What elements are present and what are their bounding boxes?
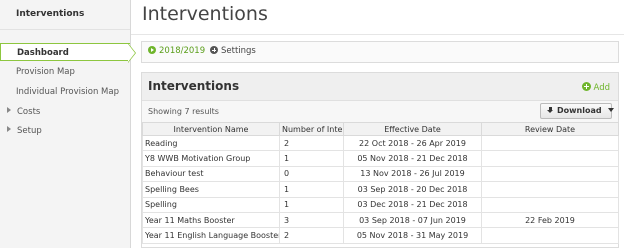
cell-review-date (481, 196, 619, 213)
results-count: Showing 7 results (148, 107, 219, 116)
add-button[interactable]: Add (581, 82, 610, 93)
cell-review-date (481, 134, 619, 152)
caret-down-icon (607, 108, 614, 112)
sidebar-item-label: Dashboard (17, 48, 69, 58)
cell-count: 1 (279, 196, 344, 213)
table-row[interactable]: Spelling 1 03 Dec 2018 - 21 Dec 2018 (142, 196, 619, 213)
interventions-table: Intervention Name Number of Inte... Effe… (142, 122, 619, 244)
cell-review-date (481, 165, 619, 183)
cell-effective-date: 03 Sep 2018 - 07 Jun 2019 (343, 211, 482, 229)
cell-name: Y8 WWB Motivation Group (142, 150, 280, 167)
cell-review-date (481, 181, 619, 198)
column-header-review-date[interactable]: Review Date (481, 122, 619, 136)
cell-count: 3 (279, 211, 344, 229)
cell-effective-date: 22 Oct 2018 - 26 Apr 2019 (343, 134, 482, 152)
cell-effective-date: 03 Sep 2018 - 20 Dec 2018 (343, 181, 482, 198)
page-title: Interventions (142, 3, 268, 25)
sidebar-item-setup[interactable]: Setup (0, 122, 130, 140)
table-row[interactable]: Y8 WWB Motivation Group 1 05 Nov 2018 - … (142, 150, 619, 167)
cell-effective-date: 05 Nov 2018 - 21 Dec 2018 (343, 150, 482, 167)
cell-count: 2 (279, 227, 344, 244)
play-icon (148, 46, 156, 54)
title-divider (131, 34, 624, 35)
cell-name: Reading (142, 134, 280, 152)
column-header-effective-date[interactable]: Effective Date (343, 122, 482, 136)
column-header-count[interactable]: Number of Inte... (279, 122, 344, 136)
plus-circle-icon (210, 46, 218, 54)
table-row[interactable]: Spelling Bees 1 03 Sep 2018 - 20 Dec 201… (142, 181, 619, 198)
column-header-name[interactable]: Intervention Name (142, 122, 280, 136)
cell-count: 0 (279, 165, 344, 183)
download-label: Download (557, 106, 602, 115)
cell-name: Spelling Bees (142, 181, 280, 198)
results-bar: Showing 7 results Download (142, 101, 618, 122)
sidebar-item-label: Individual Provision Map (16, 87, 119, 97)
cell-name: Spelling (142, 196, 280, 213)
cell-count: 1 (279, 150, 344, 167)
cell-count: 2 (279, 134, 344, 152)
table-row[interactable]: Year 11 Maths Booster 3 03 Sep 2018 - 07… (142, 211, 619, 229)
sidebar-item-dashboard[interactable]: Dashboard (0, 43, 130, 61)
cell-review-date (481, 150, 619, 167)
cell-effective-date: 03 Dec 2018 - 21 Dec 2018 (343, 196, 482, 213)
panel-title: Interventions (148, 79, 240, 93)
download-icon (547, 107, 554, 114)
sidebar-item-label: Setup (17, 126, 42, 136)
sidebar-item-individual-provision-map[interactable]: Individual Provision Map (0, 83, 130, 101)
settings-link[interactable]: Settings (210, 46, 256, 56)
add-label: Add (593, 83, 610, 93)
cell-effective-date: 05 Nov 2018 - 31 May 2019 (343, 227, 482, 244)
download-button[interactable]: Download (540, 103, 614, 119)
sidebar-item-provision-map[interactable]: Provision Map (0, 63, 130, 81)
caret-right-icon (7, 107, 11, 113)
table-header-row: Intervention Name Number of Inte... Effe… (142, 122, 619, 136)
sidebar-header: Interventions (0, 0, 130, 30)
year-selector[interactable]: 2018/2019 (148, 46, 205, 56)
sidebar-item-label: Provision Map (16, 67, 75, 77)
table-row[interactable]: Behaviour test 0 13 Nov 2018 - 26 Jul 20… (142, 165, 619, 183)
caret-right-icon (7, 126, 11, 132)
cell-name: Year 11 Maths Booster (142, 211, 280, 229)
cell-effective-date: 13 Nov 2018 - 26 Jul 2019 (343, 165, 482, 183)
cell-name: Behaviour test (142, 165, 280, 183)
sidebar-item-label: Costs (17, 107, 41, 117)
sidebar-item-costs[interactable]: Costs (0, 103, 130, 121)
filter-bar: 2018/2019 Settings (141, 41, 619, 63)
settings-label: Settings (221, 46, 256, 56)
cell-name: Year 11 English Language Booster (142, 227, 280, 244)
table-row[interactable]: Year 11 English Language Booster 2 05 No… (142, 227, 619, 244)
table-row[interactable]: Reading 2 22 Oct 2018 - 26 Apr 2019 (142, 134, 619, 152)
cell-review-date: 22 Feb 2019 (481, 211, 619, 229)
active-arrow-indicator-inner (128, 44, 135, 62)
cell-review-date (481, 227, 619, 244)
cell-count: 1 (279, 181, 344, 198)
add-icon (581, 82, 591, 91)
panel-header: Interventions Add (142, 73, 618, 101)
interventions-panel: Interventions Add Showing 7 results Down… (141, 72, 619, 248)
year-label: 2018/2019 (159, 46, 206, 56)
